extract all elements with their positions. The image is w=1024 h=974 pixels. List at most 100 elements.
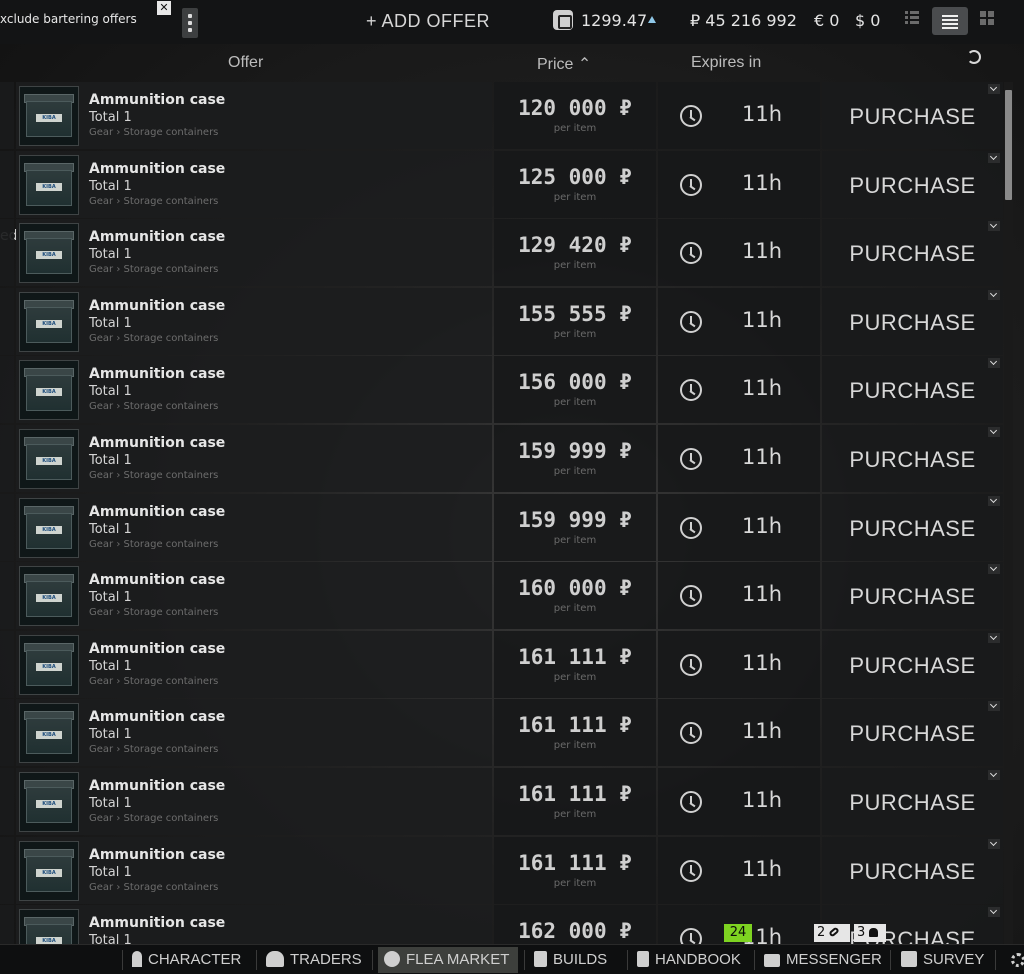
purchase-button[interactable]: PURCHASE bbox=[822, 631, 1003, 698]
nav-flea-market[interactable]: FLEA MARKET bbox=[378, 947, 518, 973]
chevron-down-icon[interactable] bbox=[988, 701, 1000, 711]
offer-cell[interactable]: KIBA Ammunition case Total 1 Gear › Stor… bbox=[16, 631, 492, 698]
offer-column-header[interactable]: Offer bbox=[228, 54, 263, 72]
purchase-cell[interactable]: PURCHASE bbox=[822, 562, 1003, 629]
offer-row[interactable]: KIBA Ammunition case Total 1 Gear › Stor… bbox=[0, 151, 1003, 218]
ammunition-case-icon[interactable]: KIBA bbox=[19, 498, 79, 558]
offer-row[interactable]: KIBA Ammunition case Total 1 Gear › Stor… bbox=[0, 288, 1003, 355]
purchase-cell[interactable]: PURCHASE bbox=[822, 631, 1003, 698]
offer-cell[interactable]: KIBA Ammunition case Total 1 Gear › Stor… bbox=[16, 425, 492, 492]
nav-survey[interactable]: SURVEY bbox=[895, 947, 984, 973]
purchase-cell[interactable]: PURCHASE bbox=[822, 82, 1003, 149]
offer-cell[interactable]: KIBA Ammunition case Total 1 Gear › Stor… bbox=[16, 151, 492, 218]
offer-row[interactable]: KIBA Ammunition case Total 1 Gear › Stor… bbox=[0, 631, 1003, 698]
purchase-button[interactable]: PURCHASE bbox=[822, 82, 1003, 149]
chevron-down-icon[interactable] bbox=[988, 564, 1000, 574]
chevron-down-icon[interactable] bbox=[988, 633, 1000, 643]
offer-cell[interactable]: KIBA Ammunition case Total 1 Gear › Stor… bbox=[16, 699, 492, 766]
purchase-button[interactable]: PURCHASE bbox=[822, 837, 1003, 904]
item-name[interactable]: Ammunition case bbox=[89, 161, 225, 177]
offer-cell[interactable]: KIBA Ammunition case Total 1 Gear › Stor… bbox=[16, 288, 492, 355]
chevron-down-icon[interactable] bbox=[988, 839, 1000, 849]
add-offer-button[interactable]: + ADD OFFER bbox=[366, 11, 490, 32]
offer-row[interactable]: KIBA Ammunition case Total 1 Gear › Stor… bbox=[0, 699, 1003, 766]
refresh-icon[interactable] bbox=[967, 50, 981, 64]
purchase-button[interactable]: PURCHASE bbox=[822, 768, 1003, 835]
expires-column-header[interactable]: Expires in bbox=[691, 54, 761, 72]
scrollbar-thumb[interactable] bbox=[1005, 90, 1012, 200]
purchase-button[interactable]: PURCHASE bbox=[822, 219, 1003, 286]
offer-cell[interactable]: KIBA Ammunition case Total 1 Gear › Stor… bbox=[16, 768, 492, 835]
purchase-button[interactable]: PURCHASE bbox=[822, 425, 1003, 492]
offer-cell[interactable]: KIBA Ammunition case Total 1 Gear › Stor… bbox=[16, 562, 492, 629]
chevron-down-icon[interactable] bbox=[988, 153, 1000, 163]
ammunition-case-icon[interactable]: KIBA bbox=[19, 223, 79, 283]
grid-view-icon[interactable] bbox=[980, 10, 994, 25]
ammunition-case-icon[interactable]: KIBA bbox=[19, 566, 79, 626]
purchase-cell[interactable]: PURCHASE bbox=[822, 356, 1003, 423]
item-name[interactable]: Ammunition case bbox=[89, 435, 225, 451]
purchase-cell[interactable]: PURCHASE bbox=[822, 151, 1003, 218]
ammunition-case-icon[interactable]: KIBA bbox=[19, 909, 79, 944]
item-name[interactable]: Ammunition case bbox=[89, 915, 225, 931]
list-view-icon[interactable] bbox=[932, 7, 968, 35]
purchase-button[interactable]: PURCHASE bbox=[822, 151, 1003, 218]
chevron-down-icon[interactable] bbox=[988, 84, 1000, 94]
item-name[interactable]: Ammunition case bbox=[89, 847, 225, 863]
nav-builds[interactable]: BUILDS bbox=[528, 947, 607, 973]
ammunition-case-icon[interactable]: KIBA bbox=[19, 429, 79, 489]
ammunition-case-icon[interactable]: KIBA bbox=[19, 772, 79, 832]
chevron-down-icon[interactable] bbox=[988, 290, 1000, 300]
offer-row[interactable]: KIBA Ammunition case Total 1 Gear › Stor… bbox=[0, 905, 1003, 944]
offer-row[interactable]: KIBA Ammunition case Total 1 Gear › Stor… bbox=[0, 82, 1003, 149]
purchase-cell[interactable]: PURCHASE bbox=[822, 768, 1003, 835]
purchase-cell[interactable]: PURCHASE bbox=[822, 288, 1003, 355]
nav-messenger[interactable]: MESSENGER bbox=[758, 947, 882, 973]
offer-row[interactable]: KIBA Ammunition case Total 1 Gear › Stor… bbox=[0, 494, 1003, 561]
item-name[interactable]: Ammunition case bbox=[89, 709, 225, 725]
offer-cell[interactable]: KIBA Ammunition case Total 1 Gear › Stor… bbox=[16, 219, 492, 286]
item-name[interactable]: Ammunition case bbox=[89, 298, 225, 314]
offer-cell[interactable]: KIBA Ammunition case Total 1 Gear › Stor… bbox=[16, 837, 492, 904]
purchase-button[interactable]: PURCHASE bbox=[822, 494, 1003, 561]
currency-icon[interactable] bbox=[553, 10, 573, 30]
purchase-button[interactable]: PURCHASE bbox=[822, 699, 1003, 766]
purchase-cell[interactable]: PURCHASE bbox=[822, 699, 1003, 766]
item-name[interactable]: Ammunition case bbox=[89, 641, 225, 657]
chevron-down-icon[interactable] bbox=[988, 907, 1000, 917]
offer-row[interactable]: KIBA Ammunition case Total 1 Gear › Stor… bbox=[0, 562, 1003, 629]
offer-cell[interactable]: KIBA Ammunition case Total 1 Gear › Stor… bbox=[16, 494, 492, 561]
chevron-down-icon[interactable] bbox=[988, 221, 1000, 231]
offer-row[interactable]: KIBA Ammunition case Total 1 Gear › Stor… bbox=[0, 356, 1003, 423]
purchase-cell[interactable]: PURCHASE bbox=[822, 494, 1003, 561]
nav-traders[interactable]: TRADERS bbox=[260, 947, 362, 973]
item-name[interactable]: Ammunition case bbox=[89, 572, 225, 588]
offer-cell[interactable]: KIBA Ammunition case Total 1 Gear › Stor… bbox=[16, 82, 492, 149]
purchase-button[interactable]: PURCHASE bbox=[822, 562, 1003, 629]
ammunition-case-icon[interactable]: KIBA bbox=[19, 841, 79, 901]
nav-character[interactable]: CHARACTER bbox=[126, 947, 241, 973]
clear-filter-close-icon[interactable]: ✕ bbox=[157, 1, 171, 15]
ammunition-case-icon[interactable]: KIBA bbox=[19, 86, 79, 146]
offer-row[interactable]: KIBA Ammunition case Total 1 Gear › Stor… bbox=[0, 768, 1003, 835]
scrollbar[interactable] bbox=[1004, 82, 1013, 944]
nav-handbook[interactable]: HANDBOOK bbox=[631, 947, 741, 973]
offer-cell[interactable]: KIBA Ammunition case Total 1 Gear › Stor… bbox=[16, 905, 492, 944]
ammunition-case-icon[interactable]: KIBA bbox=[19, 155, 79, 215]
ammunition-case-icon[interactable]: KIBA bbox=[19, 703, 79, 763]
item-name[interactable]: Ammunition case bbox=[89, 778, 225, 794]
chevron-down-icon[interactable] bbox=[988, 427, 1000, 437]
item-name[interactable]: Ammunition case bbox=[89, 92, 225, 108]
purchase-button[interactable]: PURCHASE bbox=[822, 288, 1003, 355]
purchase-button[interactable]: PURCHASE bbox=[822, 356, 1003, 423]
ammunition-case-icon[interactable]: KIBA bbox=[19, 292, 79, 352]
offer-row[interactable]: KIBA Ammunition case Total 1 Gear › Stor… bbox=[0, 425, 1003, 492]
offer-row[interactable]: KIBA Ammunition case Total 1 Gear › Stor… bbox=[0, 837, 1003, 904]
chevron-down-icon[interactable] bbox=[988, 358, 1000, 368]
ammunition-case-icon[interactable]: KIBA bbox=[19, 635, 79, 695]
chevron-down-icon[interactable] bbox=[988, 770, 1000, 780]
compact-list-view-icon[interactable] bbox=[905, 10, 919, 24]
item-name[interactable]: Ammunition case bbox=[89, 504, 225, 520]
exclude-bartering-label[interactable]: xclude bartering offers bbox=[0, 12, 137, 26]
item-name[interactable]: Ammunition case bbox=[89, 366, 225, 382]
